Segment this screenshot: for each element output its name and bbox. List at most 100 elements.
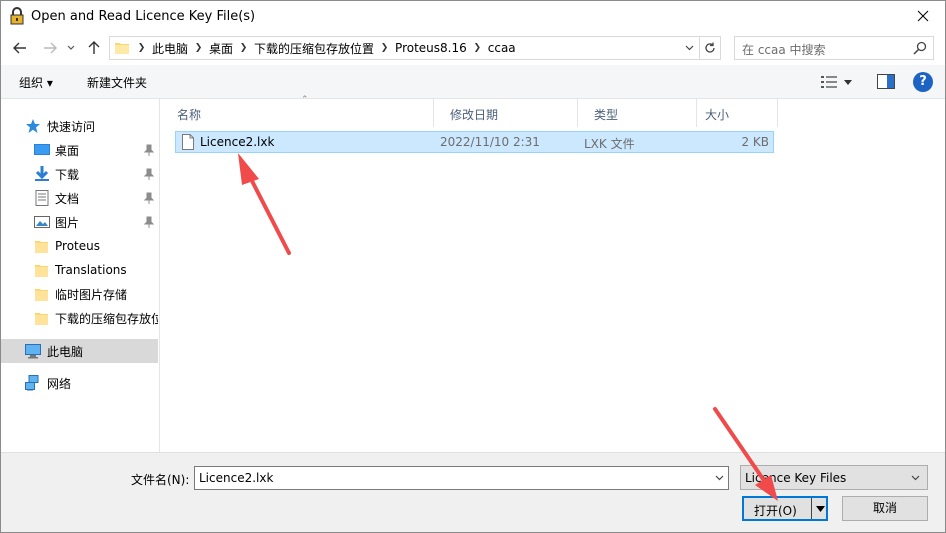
nav-label: 图片 [55,215,80,230]
cancel-button[interactable]: 取消 [842,496,928,521]
nav-item-downloads-archive[interactable]: 下载的压缩包存放位 [1,306,158,330]
open-button[interactable]: 打开(O) [742,496,828,521]
nav-label: 下载的压缩包存放位 [55,311,158,326]
nav-label: 文档 [55,191,80,206]
search-placeholder: 在 ccaa 中搜索 [742,43,826,57]
chevron-right-icon[interactable]: ❯ [189,43,208,53]
up-button[interactable] [85,38,103,58]
chevron-down-icon [715,475,723,481]
breadcrumb-item[interactable]: 下载的压缩包存放位置 [253,40,375,57]
chevron-right-icon[interactable]: ❯ [375,43,394,53]
open-button-label: 打开(O) [754,504,797,518]
desktop-icon [34,144,50,155]
breadcrumb-item[interactable]: ccaa [487,41,517,55]
change-view-button[interactable] [821,73,861,91]
close-icon [917,10,929,22]
filename-dropdown-button[interactable] [710,467,728,489]
chevron-right-icon[interactable]: ❯ [468,43,487,53]
nav-item-proteus[interactable]: Proteus [1,234,158,258]
chevron-down-icon [67,45,75,50]
help-icon[interactable]: ? [913,72,933,92]
caret-down-icon [815,505,825,512]
column-header-modified[interactable]: 修改日期 [434,99,578,127]
folder-icon [35,313,48,325]
pin-icon [144,144,154,156]
chevron-right-icon[interactable]: ❯ [234,43,253,53]
file-row[interactable]: Licence2.lxk 2022/11/10 2:31 LXK 文件 2 KB [175,131,774,153]
search-icon [913,41,927,55]
forward-button[interactable] [41,38,59,58]
recent-locations-button[interactable] [65,38,77,58]
refresh-icon [705,42,715,53]
file-icon [182,134,194,150]
chevron-right-icon[interactable]: ❯ [132,43,151,53]
new-folder-button[interactable]: 新建文件夹 [87,74,147,91]
folder-icon [115,43,129,54]
window-title: Open and Read Licence Key File(s) [31,9,256,24]
breadcrumb-item[interactable]: 桌面 [208,40,234,57]
chevron-down-icon [911,475,919,481]
nav-label: 桌面 [55,143,80,158]
arrow-right-icon [44,42,57,54]
filetype-select[interactable]: Licence Key Files [740,465,928,490]
search-input[interactable]: 在 ccaa 中搜索 [734,36,934,60]
nav-network[interactable]: 网络 [1,371,158,395]
command-toolbar: 组织 ▾ 新建文件夹 ? [1,65,945,99]
column-header-name[interactable]: ⌃ 名称 [161,95,434,127]
nav-item-documents[interactable]: 文档 [1,186,158,210]
nav-quick-access[interactable]: 快速访问 [1,114,158,138]
breadcrumb-item[interactable]: 此电脑 [151,40,189,57]
dialog-footer: 文件名(N): Licence2.lxk Licence Key Files 打… [1,452,945,532]
organize-button[interactable]: 组织 ▾ [19,74,53,91]
file-list: ⌃ 名称 修改日期 类型 大小 Licence2.lxk 2022/11/10 … [161,95,945,452]
column-header-label: 大小 [705,108,730,122]
nav-label: Proteus [55,239,100,253]
nav-label: Translations [55,263,127,277]
nav-label: 快速访问 [47,119,96,134]
back-button[interactable] [11,38,29,58]
column-header-label: 名称 [177,108,202,122]
address-bar[interactable]: ❯ 此电脑 ❯ 桌面 ❯ 下载的压缩包存放位置 ❯ Proteus8.16 ❯ … [109,36,721,60]
filename-field[interactable]: Licence2.lxk [194,466,729,490]
close-button[interactable] [907,1,939,31]
nav-label: 下载 [55,167,80,182]
nav-label: 网络 [47,376,72,391]
breadcrumb-item[interactable]: Proteus8.16 [394,41,468,55]
breadcrumb: ❯ 此电脑 ❯ 桌面 ❯ 下载的压缩包存放位置 ❯ Proteus8.16 ❯ … [132,37,517,59]
star-icon [26,119,40,133]
file-name: Licence2.lxk [200,135,275,149]
nav-label: 此电脑 [47,344,84,359]
column-header-label: 修改日期 [450,108,499,122]
nav-item-translations[interactable]: Translations [1,258,158,282]
caret-down-icon [844,79,852,85]
navigation-row: ❯ 此电脑 ❯ 桌面 ❯ 下载的压缩包存放位置 ❯ Proteus8.16 ❯ … [1,33,945,63]
nav-label: 临时图片存储 [55,287,128,302]
refresh-button[interactable] [699,37,720,59]
navigation-pane: 快速访问 桌面 下载 文档 图片 Proteus Translations 临时… [1,99,160,452]
pictures-icon [34,216,50,228]
filename-value: Licence2.lxk [199,471,274,485]
nav-item-desktop[interactable]: 桌面 [1,138,158,162]
column-header-type[interactable]: 类型 [578,99,697,127]
column-header-size[interactable]: 大小 [697,99,778,127]
filename-label: 文件名(N): [131,473,190,487]
open-file-dialog: Open and Read Licence Key File(s) ❯ 此电脑 … [0,0,946,533]
nav-item-pictures[interactable]: 图片 [1,210,158,234]
title-bar: Open and Read Licence Key File(s) [1,1,945,33]
filetype-value: Licence Key Files [745,471,847,485]
folder-icon [35,265,48,277]
open-options-dropdown[interactable] [813,498,827,519]
pin-icon [144,216,154,228]
nav-this-pc[interactable]: 此电脑 [1,339,158,363]
pin-icon [144,168,154,180]
network-icon [25,375,39,391]
nav-item-downloads[interactable]: 下载 [1,162,158,186]
folder-icon [35,241,48,253]
details-view-icon [821,76,837,88]
download-icon [35,166,49,181]
filetype-dropdown-button[interactable] [906,468,924,488]
address-dropdown-button[interactable] [680,37,698,59]
preview-pane-icon[interactable] [877,74,895,89]
chevron-down-icon [685,45,693,51]
nav-item-temp-images[interactable]: 临时图片存储 [1,282,158,306]
